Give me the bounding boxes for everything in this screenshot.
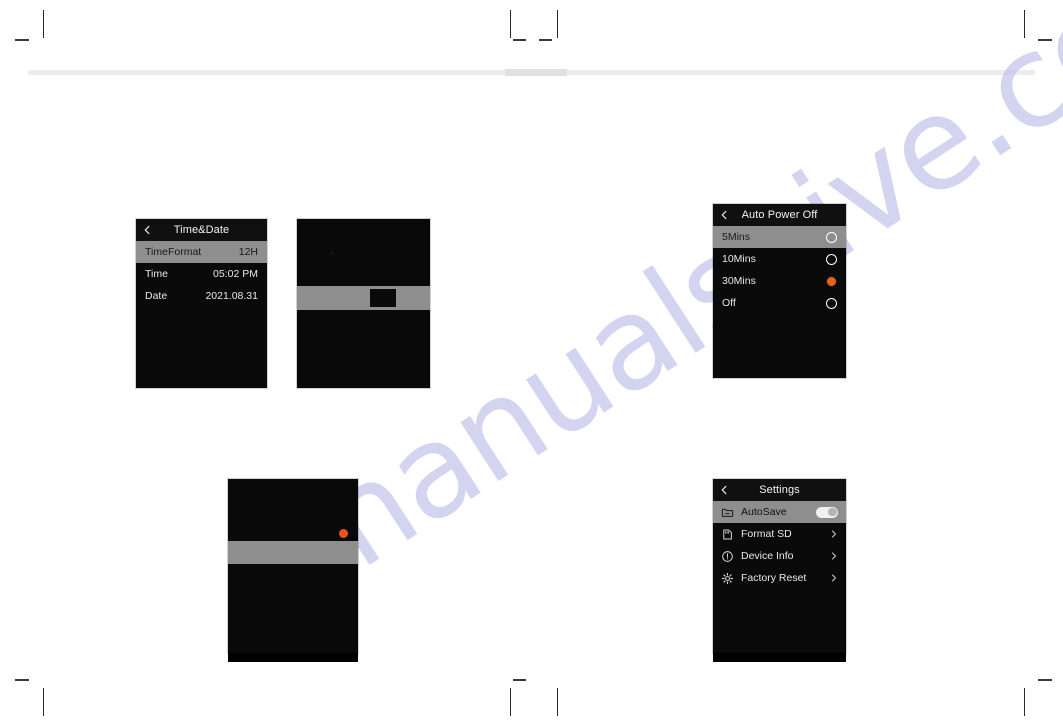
option-5mins[interactable]: 5Mins bbox=[713, 226, 846, 248]
row-date[interactable]: Date 2021.08.31 bbox=[136, 285, 267, 307]
chevron-right-icon bbox=[830, 574, 838, 582]
faint-highlight-dot bbox=[331, 252, 333, 254]
orange-indicator-dot bbox=[339, 529, 348, 538]
radio-selected-icon[interactable] bbox=[826, 275, 837, 287]
crop-mark-bottom-center-a bbox=[510, 688, 511, 716]
gray-band bbox=[228, 541, 358, 564]
screen-time-date[interactable]: Time&Date TimeFormat 12H Time 05:02 PM D… bbox=[136, 219, 267, 388]
crop-mark-top-center-b bbox=[557, 10, 558, 38]
row-label: Time bbox=[145, 268, 168, 280]
crop-mark-bottom-left-h bbox=[15, 679, 29, 681]
crop-mark-bottom-center-h bbox=[513, 679, 526, 681]
dark-preview-screen-bottom[interactable] bbox=[228, 479, 358, 653]
row-value: 05:02 PM bbox=[213, 268, 258, 280]
screen-auto-power-off[interactable]: Auto Power Off 5Mins 10Mins 30Mins Off bbox=[713, 204, 846, 378]
crop-mark-bottom-left bbox=[43, 688, 44, 716]
back-chevron-icon[interactable] bbox=[143, 225, 152, 235]
option-10mins[interactable]: 10Mins bbox=[713, 248, 846, 270]
time-date-title-bar: Time&Date bbox=[136, 219, 267, 241]
crop-mark-top-right bbox=[1024, 10, 1025, 38]
crop-mark-top-left bbox=[43, 10, 44, 38]
crop-mark-bottom-right-h bbox=[1038, 679, 1052, 681]
crop-mark-top-center-a bbox=[510, 10, 511, 38]
settings-item-device-info[interactable]: Device Info bbox=[713, 545, 846, 567]
crop-mark-top-center-b-h bbox=[539, 39, 552, 41]
settings-item-format-sd[interactable]: Format SD bbox=[713, 523, 846, 545]
band-inset-block bbox=[370, 289, 396, 307]
settings-item-factory-reset[interactable]: Factory Reset bbox=[713, 567, 846, 589]
crop-mark-top-left-h bbox=[15, 39, 29, 41]
row-time[interactable]: Time 05:02 PM bbox=[136, 263, 267, 285]
row-time-format[interactable]: TimeFormat 12H bbox=[136, 241, 267, 263]
sd-card-icon bbox=[721, 528, 734, 541]
page-header-rule-marker bbox=[505, 69, 567, 76]
row-label: TimeFormat bbox=[145, 246, 202, 258]
crop-mark-bottom-right bbox=[1024, 688, 1025, 716]
radio-icon[interactable] bbox=[826, 253, 837, 265]
back-chevron-icon[interactable] bbox=[720, 485, 729, 495]
option-label: 10Mins bbox=[722, 253, 756, 265]
back-chevron-icon[interactable] bbox=[720, 210, 729, 220]
page-title: Auto Power Off bbox=[741, 209, 818, 221]
crop-mark-top-center-a-h bbox=[513, 39, 526, 41]
row-label: Date bbox=[145, 290, 168, 302]
row-value: 12H bbox=[238, 246, 258, 258]
gear-icon bbox=[721, 572, 734, 585]
settings-item-label: Factory Reset bbox=[741, 572, 807, 584]
option-30mins[interactable]: 30Mins bbox=[713, 270, 846, 292]
chevron-right-icon bbox=[830, 552, 838, 560]
option-label: Off bbox=[722, 297, 736, 309]
toggle-knob bbox=[828, 507, 837, 517]
page-title: Time&Date bbox=[173, 224, 230, 236]
settings-item-label: Format SD bbox=[741, 528, 792, 540]
auto-power-off-title-bar: Auto Power Off bbox=[713, 204, 846, 226]
row-value: 2021.08.31 bbox=[205, 290, 258, 302]
settings-item-autosave[interactable]: AutoSave bbox=[713, 501, 846, 523]
radio-icon[interactable] bbox=[826, 297, 837, 309]
crop-mark-bottom-center-b bbox=[557, 688, 558, 716]
page-title: Settings bbox=[759, 484, 800, 496]
option-label: 30Mins bbox=[722, 275, 756, 287]
info-circle-icon bbox=[721, 550, 734, 563]
settings-item-label: AutoSave bbox=[741, 506, 787, 518]
settings-title-bar: Settings bbox=[713, 479, 846, 501]
option-off[interactable]: Off bbox=[713, 292, 846, 314]
chevron-right-icon bbox=[830, 530, 838, 538]
autosave-toggle[interactable] bbox=[816, 506, 838, 518]
gray-band bbox=[297, 286, 430, 310]
screen-settings[interactable]: Settings AutoSave Format SD Device Info … bbox=[713, 479, 846, 653]
radio-icon[interactable] bbox=[826, 231, 837, 243]
crop-mark-top-right-h bbox=[1038, 39, 1052, 41]
dark-preview-screen-top[interactable] bbox=[297, 219, 430, 388]
folder-minus-icon bbox=[721, 506, 734, 519]
settings-item-label: Device Info bbox=[741, 550, 794, 562]
option-label: 5Mins bbox=[722, 231, 751, 243]
